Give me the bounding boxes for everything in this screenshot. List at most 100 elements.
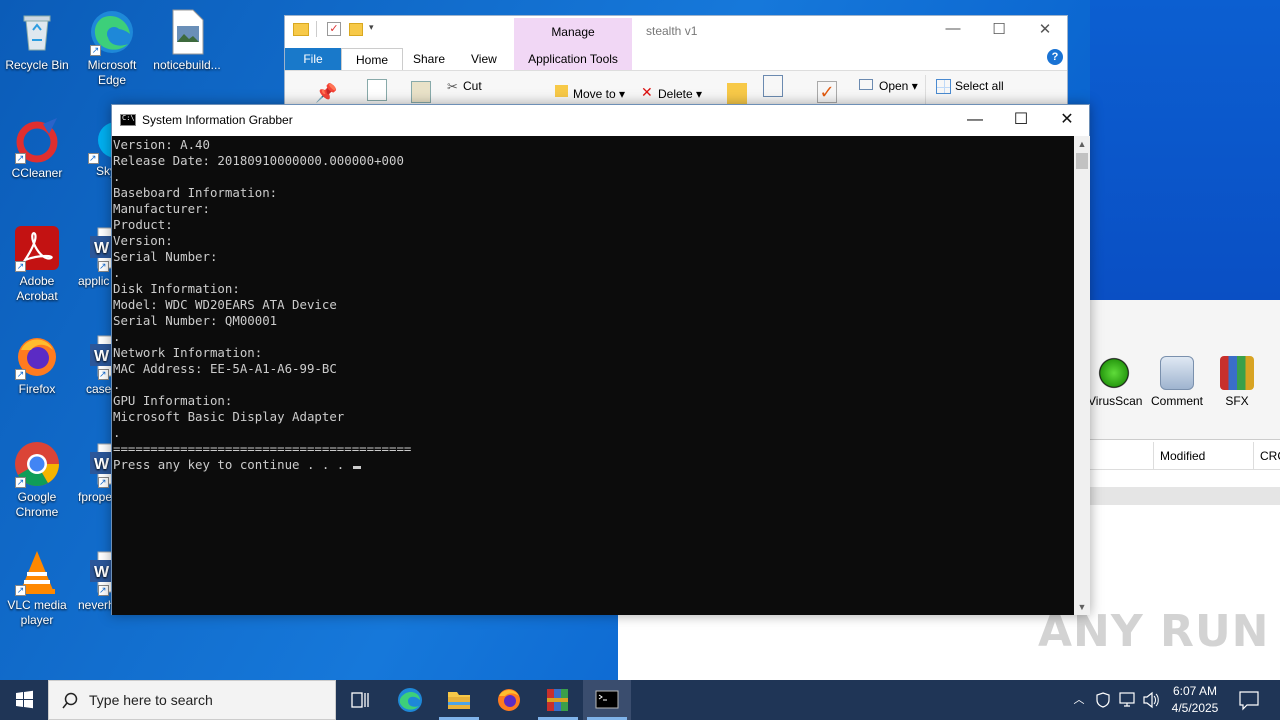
- column-crc[interactable]: CRC: [1260, 449, 1280, 463]
- scroll-down-arrow-icon[interactable]: ▼: [1074, 599, 1090, 615]
- console-window[interactable]: System Information Grabber — ☐ ✕ Version…: [111, 104, 1090, 615]
- console-line: Disk Information:: [113, 281, 240, 296]
- taskbar-clock[interactable]: 6:07 AM 4/5/2025: [1160, 683, 1230, 717]
- cut-icon[interactable]: ✂: [447, 79, 458, 95]
- console-text: Version: A.40 Release Date: 201809100000…: [112, 136, 1074, 473]
- shield-icon: [1096, 692, 1110, 708]
- comment-icon: [1160, 356, 1194, 390]
- svg-text:W: W: [94, 240, 110, 257]
- maximize-button[interactable]: ☐: [976, 20, 1022, 42]
- tab-view[interactable]: View: [457, 48, 511, 70]
- tab-manage[interactable]: Manage: [514, 18, 632, 44]
- file-row-selected[interactable]: [1088, 487, 1280, 505]
- scroll-up-arrow-icon[interactable]: ▲: [1074, 136, 1090, 152]
- taskbar-edge[interactable]: [386, 680, 434, 720]
- close-button[interactable]: ✕: [1022, 20, 1068, 42]
- console-line: Baseboard Information:: [113, 185, 278, 200]
- desktop-icon-label: noticebuild...: [153, 58, 221, 72]
- taskbar-search-box[interactable]: Type here to search: [48, 680, 336, 720]
- minimize-button[interactable]: —: [930, 20, 976, 42]
- shortcut-arrow-icon: ↗: [98, 261, 109, 272]
- select-all-icon: [936, 79, 951, 94]
- comment-button[interactable]: Comment: [1146, 356, 1208, 408]
- delete-button[interactable]: Delete ▾: [658, 87, 702, 101]
- taskbar-winrar[interactable]: [534, 680, 582, 720]
- chrome-icon: ↗: [13, 440, 61, 488]
- desktop-icon-label: Google Chrome: [15, 490, 59, 519]
- taskbar: Type here to search ︿ 6:07 AM 4/5/2025: [0, 680, 1280, 720]
- volume-icon[interactable]: [1140, 680, 1162, 720]
- new-item-icon[interactable]: [763, 75, 783, 97]
- text-cursor: [352, 466, 361, 469]
- scrollbar-thumb[interactable]: [1076, 153, 1088, 169]
- windows-logo-icon: [16, 690, 33, 709]
- file-explorer-window[interactable]: ✓ ▾ Manage stealth v1 — ☐ ✕ File Home Sh…: [284, 15, 1068, 116]
- desktop-icon-firefox[interactable]: ↗ Firefox: [0, 332, 74, 397]
- cmd-icon: [595, 690, 619, 709]
- close-button[interactable]: ✕: [1044, 105, 1090, 135]
- new-folder-icon[interactable]: [727, 83, 747, 105]
- virusscan-button[interactable]: VirusScan: [1088, 356, 1143, 408]
- minimize-button[interactable]: —: [952, 105, 998, 135]
- paste-icon[interactable]: [411, 81, 431, 103]
- console-line: .: [113, 169, 121, 184]
- tab-home[interactable]: Home: [341, 48, 404, 70]
- desktop-icon-ccleaner[interactable]: ↗ CCleaner: [0, 116, 74, 181]
- task-view-button[interactable]: [336, 680, 384, 720]
- desktop-icon-google-chrome[interactable]: ↗ Google Chrome: [0, 440, 74, 520]
- task-view-icon: [351, 692, 369, 708]
- svg-text:W: W: [94, 456, 110, 473]
- desktop-icon-recycle-bin[interactable]: Recycle Bin: [0, 8, 74, 73]
- firefox-icon: ↗: [13, 332, 61, 380]
- help-icon[interactable]: ?: [1047, 49, 1063, 65]
- edge-icon: ↗: [88, 8, 136, 56]
- desktop-icon-edge[interactable]: ↗ Microsoft Edge: [75, 8, 149, 88]
- console-line: Manufacturer:: [113, 201, 210, 216]
- sfx-button[interactable]: SFX: [1214, 356, 1260, 408]
- open-button[interactable]: Open ▾: [879, 79, 918, 93]
- tab-file[interactable]: File: [285, 48, 341, 70]
- desktop-icon-adobe-acrobat[interactable]: ↗ Adobe Acrobat: [0, 224, 74, 304]
- tab-application-tools[interactable]: Application Tools: [514, 48, 632, 70]
- move-to-button[interactable]: Move to ▾: [573, 87, 625, 101]
- desktop-icon-label: applic: [78, 274, 110, 288]
- quick-access-dropdown-icon[interactable]: ▾: [369, 22, 374, 33]
- pin-icon[interactable]: 📌: [315, 83, 337, 105]
- file-list-header: Modified CRC: [1088, 442, 1280, 470]
- notifications-button[interactable]: [1232, 680, 1272, 720]
- copy-icon[interactable]: [367, 79, 387, 101]
- properties-icon[interactable]: ✓: [817, 81, 837, 103]
- column-modified[interactable]: Modified: [1160, 449, 1205, 463]
- taskbar-console[interactable]: [583, 680, 631, 720]
- shortcut-arrow-icon: ↗: [98, 369, 109, 380]
- virusscan-label: VirusScan: [1088, 394, 1143, 408]
- new-folder-icon[interactable]: [349, 23, 363, 36]
- column-divider: [1253, 442, 1254, 470]
- console-line: Serial Number: QM00001: [113, 313, 278, 328]
- tab-share[interactable]: Share: [399, 48, 459, 70]
- search-icon: [62, 692, 78, 709]
- vertical-scrollbar[interactable]: ▲ ▼: [1074, 136, 1090, 615]
- maximize-button[interactable]: ☐: [998, 105, 1044, 135]
- start-button[interactable]: [0, 680, 48, 720]
- cut-button[interactable]: Cut: [463, 79, 482, 93]
- console-titlebar[interactable]: System Information Grabber — ☐ ✕: [112, 105, 1089, 136]
- network-icon[interactable]: [1116, 680, 1138, 720]
- console-output[interactable]: Version: A.40 Release Date: 201809100000…: [112, 136, 1074, 615]
- show-hidden-icons-icon[interactable]: ︿: [1068, 680, 1090, 720]
- desktop-icon-vlc[interactable]: ↗ VLC media player: [0, 548, 74, 628]
- shortcut-arrow-icon: ↗: [88, 153, 99, 164]
- shortcut-arrow-icon: ↗: [15, 261, 26, 272]
- explorer-titlebar[interactable]: ✓ ▾ Manage stealth v1 — ☐ ✕: [285, 16, 1067, 46]
- taskbar-firefox[interactable]: [485, 680, 533, 720]
- taskbar-file-explorer[interactable]: [435, 680, 483, 720]
- properties-icon[interactable]: ✓: [327, 22, 341, 36]
- vlc-icon: ↗: [13, 548, 61, 596]
- folder-icon: [448, 692, 470, 709]
- desktop-icon-noticebuild[interactable]: noticebuild...: [150, 8, 224, 73]
- defender-icon[interactable]: [1092, 680, 1114, 720]
- ribbon-tabs: File Home Share View Application Tools: [285, 46, 1067, 70]
- sfx-icon: [1220, 356, 1254, 390]
- cmd-icon: [120, 114, 136, 126]
- select-all-button[interactable]: Select all: [955, 79, 1004, 93]
